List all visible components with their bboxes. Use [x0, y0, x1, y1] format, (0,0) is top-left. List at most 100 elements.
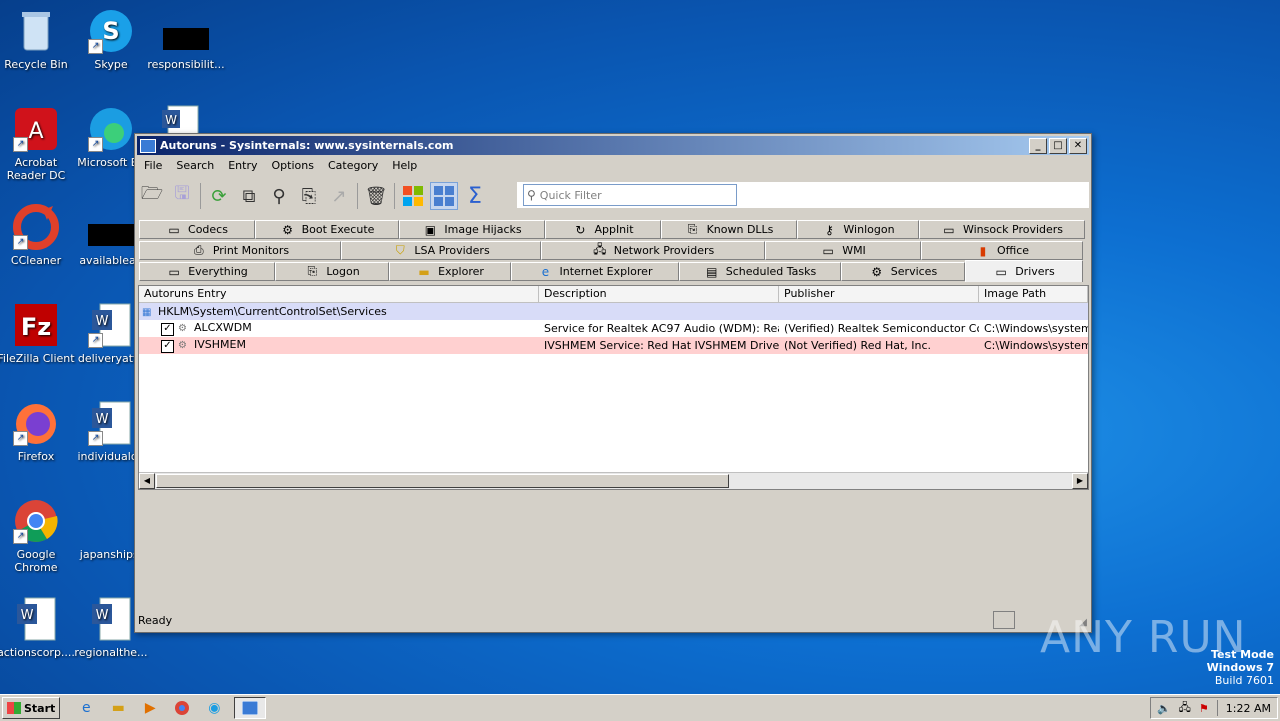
media-player-icon[interactable]: ▶ — [138, 698, 162, 718]
jump-to-icon[interactable]: ↗ — [326, 183, 352, 209]
start-button[interactable]: Start — [2, 697, 61, 719]
desktop-icon-responsibility[interactable]: responsibilit... — [146, 8, 226, 71]
flag-icon[interactable]: ⚑ — [1199, 702, 1209, 715]
table-row[interactable]: ✓ ⚙ ALCXWDM Service for Realtek AC97 Audio… — [139, 320, 1088, 337]
tab-row-3: ▭ Everything ⎘ Logon ▬ Explorer e Internet E… — [139, 260, 1083, 282]
menu-options[interactable]: Options — [265, 157, 321, 177]
scroll-left-icon[interactable]: ◀ — [139, 473, 155, 489]
tab-network-providers[interactable]: 🖧 Network Providers — [541, 241, 765, 260]
status-text: Ready — [138, 613, 173, 627]
tab-logon[interactable]: ⎘ Logon — [275, 262, 389, 281]
tab-services[interactable]: ⚙ Services — [841, 262, 965, 281]
volume-icon[interactable]: 🔈 — [1157, 702, 1171, 715]
word-doc-icon: W — [88, 596, 134, 642]
winlogon-icon: ⚷ — [825, 222, 834, 237]
menu-file[interactable]: File — [137, 157, 169, 177]
scroll-right-icon[interactable]: ▶ — [1072, 473, 1088, 489]
tab-winsock-providers[interactable]: ▭ Winsock Providers — [919, 220, 1085, 239]
desktop-icon-filezilla[interactable]: Fz FileZilla Client — [0, 302, 76, 365]
tab-everything[interactable]: ▭ Everything — [139, 262, 275, 281]
column-autoruns-entry[interactable]: Autoruns Entry — [139, 286, 539, 302]
table-row[interactable]: ✓ ⚙ IVSHMEM IVSHMEM Service: Red Hat IVSHM… — [139, 337, 1088, 354]
tab-explorer[interactable]: ▬ Explorer — [389, 262, 511, 281]
autoruns-taskbar-icon[interactable] — [234, 697, 267, 719]
sigma-icon[interactable]: Σ — [462, 183, 488, 209]
desktop-icon-acrobat[interactable]: A ↗ Acrobat Reader DC — [0, 106, 76, 182]
quick-filter-input[interactable]: ⚲ Quick Filter — [523, 184, 737, 206]
open-folder-icon[interactable]: 🗁 — [139, 183, 165, 209]
internet-explorer-icon[interactable]: e — [74, 698, 98, 718]
desktop-icon-skype[interactable]: S ↗ Skype — [71, 8, 151, 71]
desktop-icon-recycle-bin[interactable]: Recycle Bin — [0, 8, 76, 71]
word-doc-icon: W — [13, 596, 59, 642]
folder-icon: ▬ — [418, 264, 430, 279]
save-icon[interactable]: 🖫 — [169, 183, 195, 209]
windows-entries-icon[interactable] — [430, 182, 458, 210]
menu-help[interactable]: Help — [385, 157, 424, 177]
copy-icon[interactable]: ⧉ — [236, 183, 262, 209]
tab-winlogon[interactable]: ⚷ Winlogon — [797, 220, 919, 239]
column-description[interactable]: Description — [539, 286, 779, 302]
windows-logo-icon[interactable] — [400, 183, 426, 209]
tab-codecs[interactable]: ▭ Codecs — [139, 220, 255, 239]
tab-scheduled-tasks[interactable]: ▤ Scheduled Tasks — [679, 262, 841, 281]
group-row[interactable]: ▦ HKLM\System\CurrentControlSet\Services — [139, 303, 1088, 320]
tab-appinit[interactable]: ↻ AppInit — [545, 220, 661, 239]
wmi-icon: ▭ — [822, 243, 834, 258]
internet-explorer-icon: e — [541, 264, 550, 279]
known-dlls-icon: ⎘ — [687, 222, 698, 236]
scrollbar-thumb[interactable] — [156, 474, 729, 488]
chrome-icon[interactable] — [170, 698, 194, 718]
status-bar: Ready ◢ — [137, 610, 1089, 630]
tab-image-hijacks[interactable]: ▣ Image Hijacks — [399, 220, 545, 239]
delete-icon[interactable]: 🗑 — [363, 183, 389, 209]
tab-known-dlls[interactable]: ⎘ Known DLLs — [661, 220, 797, 239]
properties-icon[interactable]: ⎘ — [296, 183, 322, 209]
tab-print-monitors[interactable]: ⎙ Print Monitors — [139, 241, 341, 260]
menu-category[interactable]: Category — [321, 157, 385, 177]
find-icon[interactable]: ⚲ — [266, 183, 292, 209]
tab-drivers[interactable]: ▭ Drivers — [965, 260, 1083, 282]
horizontal-scrollbar[interactable]: ◀ ▶ — [139, 472, 1088, 489]
title-bar[interactable]: Autoruns - Sysinternals: www.sysinternal… — [137, 136, 1089, 155]
enable-checkbox[interactable]: ✓ — [161, 323, 174, 336]
explorer-folder-icon[interactable]: ▬ — [106, 698, 130, 718]
windows-flag-icon — [7, 702, 21, 714]
desktop-icon-firefox[interactable]: ↗ Firefox — [0, 400, 76, 463]
blank-file-icon — [88, 498, 134, 544]
tab-lsa-providers[interactable]: ⛉ LSA Providers — [341, 241, 541, 260]
tab-boot-execute[interactable]: ⚙ Boot Execute — [255, 220, 399, 239]
desktop-icon-actionscorp[interactable]: W actionscorp.... — [0, 596, 76, 659]
minimize-button[interactable]: _ — [1029, 138, 1047, 154]
svg-text:W: W — [96, 314, 109, 329]
edge-icon[interactable]: ◉ — [202, 698, 226, 718]
enable-checkbox[interactable]: ✓ — [161, 340, 174, 353]
tab-internet-explorer[interactable]: e Internet Explorer — [511, 262, 679, 281]
column-image-path[interactable]: Image Path — [979, 286, 1088, 302]
chrome-icon: ↗ — [13, 498, 59, 544]
row-publisher: (Verified) Realtek Semiconductor Corp — [784, 322, 979, 335]
shield-icon: ⛉ — [395, 243, 405, 257]
desktop-icon-chrome[interactable]: ↗ Google Chrome — [0, 498, 76, 574]
svg-text:W: W — [165, 113, 177, 127]
tab-office[interactable]: ▮ Office — [921, 241, 1083, 260]
menu-entry[interactable]: Entry — [221, 157, 264, 177]
svg-text:W: W — [21, 608, 34, 623]
os-info: Test Mode Windows 7 Build 7601 — [1206, 648, 1274, 687]
clock[interactable]: 1:22 AM — [1226, 702, 1271, 715]
network-icon[interactable]: 🖧 — [1179, 699, 1191, 718]
driver-file-icon: ⚙ — [178, 323, 187, 334]
tab-row-1: ▭ Codecs ⚙ Boot Execute ▣ Image Hijacks ↻ Ap… — [139, 220, 1085, 240]
menu-search[interactable]: Search — [169, 157, 221, 177]
refresh-icon[interactable]: ⟳ — [206, 183, 232, 209]
edge-icon: ↗ — [88, 106, 134, 152]
desktop-icon-ccleaner[interactable]: ↗ CCleaner — [0, 204, 76, 267]
close-button[interactable]: ✕ — [1069, 138, 1087, 154]
image-hijacks-icon: ▣ — [424, 222, 437, 237]
tab-wmi[interactable]: ▭ WMI — [765, 241, 921, 260]
svg-text:S: S — [102, 17, 119, 45]
svg-text:W: W — [96, 412, 109, 427]
maximize-button[interactable]: □ — [1049, 138, 1067, 154]
column-publisher[interactable]: Publisher — [779, 286, 979, 302]
services-icon: ⚙ — [871, 264, 883, 279]
